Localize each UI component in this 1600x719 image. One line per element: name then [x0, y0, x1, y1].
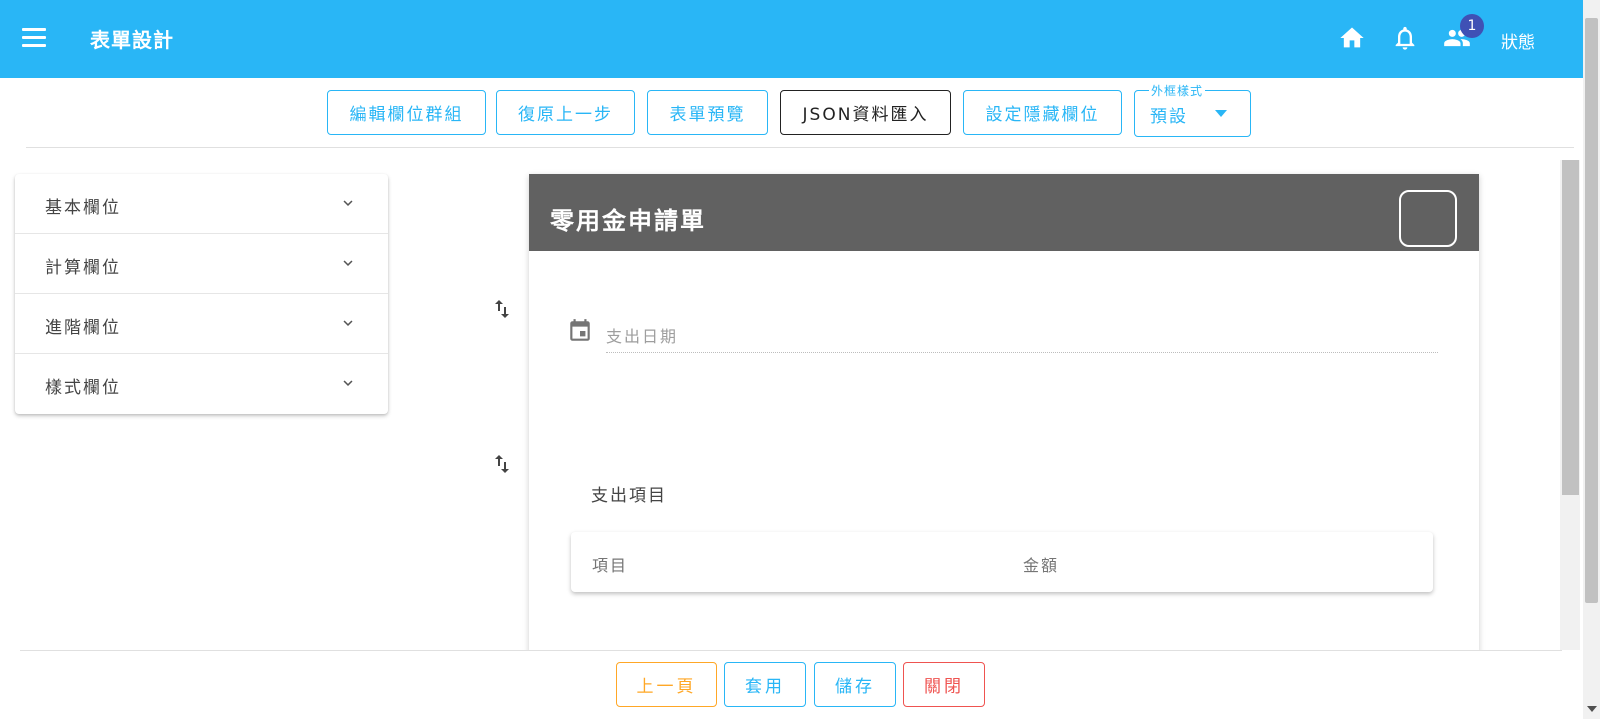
expense-items-label: 支出項目	[591, 486, 667, 506]
json-import-button[interactable]: JSON資料匯入	[780, 90, 951, 135]
panel-item-label: 基本欄位	[45, 198, 121, 218]
toolbar-divider	[26, 147, 1574, 148]
status-menu[interactable]: 狀態	[1501, 28, 1535, 53]
frame-style-select[interactable]: 外框樣式 預設	[1134, 82, 1251, 137]
chevron-down-icon	[343, 260, 353, 266]
sort-icon[interactable]	[490, 297, 514, 321]
panel-item-label: 進階欄位	[45, 318, 121, 338]
previous-page-button[interactable]: 上一頁	[616, 662, 717, 707]
form-preview-button[interactable]: 表單預覽	[647, 90, 768, 135]
column-header-item: 項目	[592, 556, 629, 575]
page-scrollbar-thumb[interactable]	[1585, 18, 1598, 603]
menu-icon[interactable]	[22, 28, 46, 48]
expense-date-placeholder: 支出日期	[606, 327, 679, 346]
chevron-down-icon	[343, 380, 353, 386]
content-scrollbar-thumb[interactable]	[1562, 160, 1579, 495]
chevron-down-icon	[343, 200, 353, 206]
frame-style-value: 預設	[1150, 107, 1188, 127]
form-header: 零用金申請單	[529, 174, 1479, 251]
app-title: 表單設計	[90, 28, 174, 52]
hidden-fields-button[interactable]: 設定隱藏欄位	[963, 90, 1122, 135]
field-type-panel: 基本欄位 計算欄位 進階欄位 樣式欄位	[15, 174, 388, 414]
apply-button[interactable]: 套用	[724, 662, 806, 707]
close-button[interactable]: 關閉	[903, 662, 985, 707]
panel-item-calc-fields[interactable]: 計算欄位	[15, 234, 388, 294]
app-bar: 表單設計 1 狀態	[0, 0, 1600, 78]
edit-field-group-button[interactable]: 編輯欄位群組	[327, 90, 486, 135]
caret-down-icon	[1215, 110, 1227, 117]
header-checkbox[interactable]	[1399, 190, 1457, 247]
panel-item-label: 樣式欄位	[45, 378, 121, 398]
sort-icon[interactable]	[490, 452, 514, 476]
panel-item-basic-fields[interactable]: 基本欄位	[15, 174, 388, 234]
chevron-down-icon	[343, 320, 353, 326]
calendar-icon[interactable]	[567, 318, 593, 344]
notification-badge: 1	[1460, 14, 1484, 38]
bell-icon[interactable]	[1391, 24, 1419, 52]
panel-item-advanced-fields[interactable]: 進階欄位	[15, 294, 388, 354]
save-button[interactable]: 儲存	[814, 662, 896, 707]
expense-date-field[interactable]: 支出日期	[606, 313, 1438, 353]
form-title: 零用金申請單	[550, 207, 706, 235]
undo-button[interactable]: 復原上一步	[496, 90, 635, 135]
home-icon[interactable]	[1338, 24, 1366, 52]
frame-style-legend: 外框樣式	[1149, 82, 1206, 99]
panel-item-label: 計算欄位	[45, 258, 121, 278]
expense-items-table: 項目 金額	[571, 532, 1433, 592]
column-header-amount: 金額	[1023, 556, 1060, 575]
scroll-down-arrow-icon[interactable]	[1587, 706, 1597, 712]
panel-item-style-fields[interactable]: 樣式欄位	[15, 354, 388, 414]
